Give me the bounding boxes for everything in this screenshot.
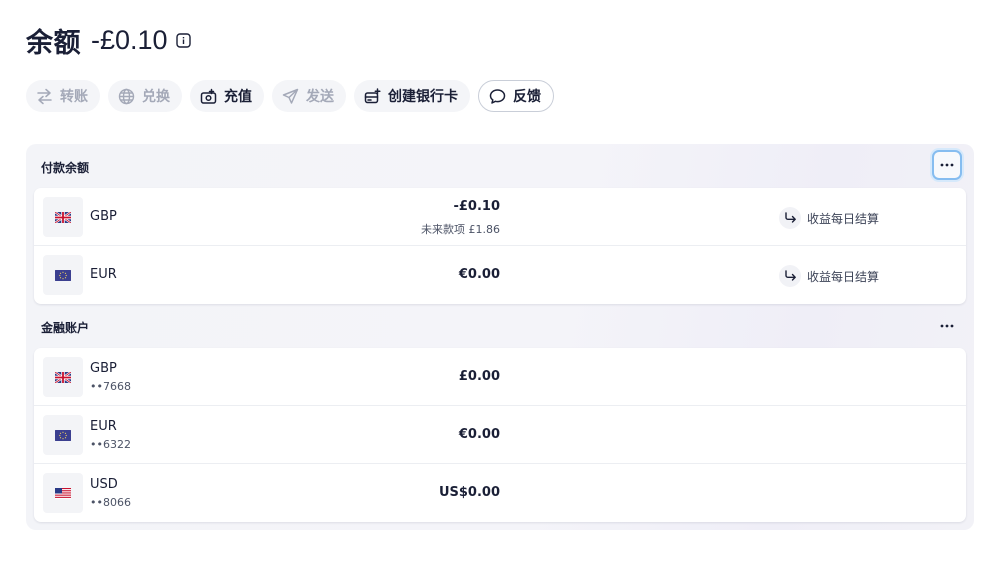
balances-panel: 付款余额 GBP -£0.10 未来款项 £1.86 收益每日结算 EUR €0… <box>26 144 974 530</box>
globe-icon <box>118 88 135 104</box>
account-number: ••7668 <box>90 380 131 393</box>
send-button[interactable]: 发送 <box>272 80 346 112</box>
feedback-label: 反馈 <box>513 89 541 105</box>
account-number: ••6322 <box>90 438 131 451</box>
flag-container <box>43 197 83 237</box>
balance-amount: -£0.10 <box>453 199 500 214</box>
reply-arrow-icon <box>784 270 796 281</box>
flag-container <box>43 357 83 397</box>
info-icon[interactable] <box>176 32 192 48</box>
total-balance: -£0.10 <box>91 24 168 55</box>
transfer-icon <box>37 88 52 104</box>
account-number: ••8066 <box>90 496 131 509</box>
send-icon <box>282 88 299 104</box>
earn-daily-link[interactable]: 收益每日结算 <box>779 207 879 229</box>
payment-balances-list: GBP -£0.10 未来款项 £1.86 收益每日结算 EUR €0.00 收… <box>34 188 966 304</box>
action-bar: 转账 兑换 充值 发送 创建银行卡 反馈 <box>26 80 554 112</box>
exchange-label: 兑换 <box>142 89 170 105</box>
financial-accounts-list: GBP ••7668 £0.00 EUR ••6322 €0.00 USD ••… <box>34 348 966 522</box>
create-card-label: 创建银行卡 <box>388 89 458 105</box>
flag-container <box>43 415 83 455</box>
page-header: 余额 -£0.10 <box>26 20 192 60</box>
top-up-button[interactable]: 充值 <box>190 80 264 112</box>
uk-flag-icon <box>55 371 71 383</box>
earn-daily-link[interactable]: 收益每日结算 <box>779 265 879 287</box>
payment-balances-title: 付款余额 <box>41 161 90 175</box>
account-amount: US$0.00 <box>438 485 500 500</box>
eu-flag-icon <box>55 269 71 281</box>
financial-accounts-title: 金融账户 <box>41 321 90 335</box>
account-row-eur[interactable]: EUR ••6322 €0.00 <box>34 406 966 464</box>
flag-container <box>43 473 83 513</box>
currency-code: USD <box>90 477 118 492</box>
pending-amount: 未来款项 £1.86 <box>421 223 500 236</box>
feedback-button[interactable]: 反馈 <box>478 80 554 112</box>
transfer-label: 转账 <box>60 89 88 105</box>
currency-code: EUR <box>90 419 117 434</box>
earn-daily-label: 收益每日结算 <box>807 269 880 284</box>
currency-code: GBP <box>90 209 117 224</box>
create-card-icon <box>364 87 381 103</box>
account-row-usd[interactable]: USD ••8066 US$0.00 <box>34 464 966 522</box>
exchange-button[interactable]: 兑换 <box>108 80 182 112</box>
account-amount: €0.00 <box>458 427 500 442</box>
earn-daily-label: 收益每日结算 <box>807 211 880 226</box>
top-up-icon <box>200 88 217 104</box>
create-card-button[interactable]: 创建银行卡 <box>354 80 470 112</box>
payment-balances-more-button[interactable] <box>932 150 962 180</box>
more-horizontal-icon <box>940 163 954 167</box>
flag-container <box>43 255 83 295</box>
send-label: 发送 <box>306 89 334 105</box>
reply-arrow-icon <box>784 212 796 223</box>
currency-code: EUR <box>90 267 117 282</box>
eu-flag-icon <box>55 429 71 441</box>
chat-bubble-icon <box>489 88 506 104</box>
transfer-button[interactable]: 转账 <box>26 80 100 112</box>
currency-code: GBP <box>90 361 117 376</box>
balance-amount: €0.00 <box>458 267 500 282</box>
more-horizontal-icon <box>940 324 954 328</box>
balance-row-gbp[interactable]: GBP -£0.10 未来款项 £1.86 收益每日结算 <box>34 188 966 246</box>
uk-flag-icon <box>55 211 71 223</box>
account-row-gbp[interactable]: GBP ••7668 £0.00 <box>34 348 966 406</box>
us-flag-icon <box>55 487 71 499</box>
top-up-label: 充值 <box>224 89 252 105</box>
balance-row-eur[interactable]: EUR €0.00 收益每日结算 <box>34 246 966 304</box>
account-amount: £0.00 <box>458 369 500 384</box>
page-title: 余额 <box>26 27 81 59</box>
financial-accounts-more-button[interactable] <box>932 311 962 341</box>
